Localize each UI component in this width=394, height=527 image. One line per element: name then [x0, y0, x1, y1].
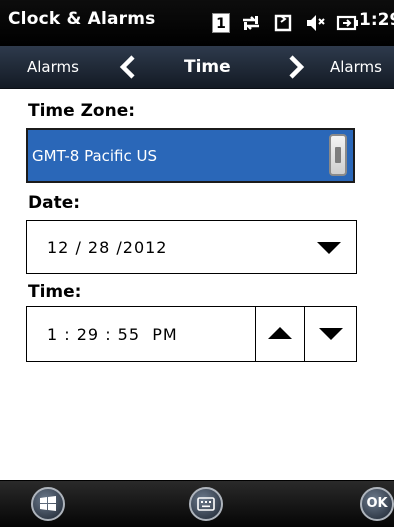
chevron-left-icon[interactable] [118, 55, 138, 79]
sync-icon[interactable] [272, 12, 294, 34]
chevron-right-icon[interactable] [286, 55, 306, 79]
keyboard-button[interactable] [189, 487, 223, 521]
nav-prev-label[interactable]: Alarms [27, 58, 79, 76]
arrow-up-icon [268, 327, 292, 339]
volume-mute-icon[interactable] [304, 12, 326, 34]
windows-logo-icon [40, 496, 56, 511]
notification-badge[interactable]: 1 [212, 13, 230, 33]
time-label: Time: [28, 282, 82, 302]
timezone-label: Time Zone: [28, 101, 136, 121]
time-decrement-button[interactable] [304, 307, 357, 361]
time-increment-button[interactable] [255, 307, 305, 361]
timezone-select[interactable]: GMT-8 Pacific US [26, 128, 355, 183]
date-label: Date: [28, 193, 81, 213]
start-button[interactable] [31, 487, 65, 521]
time-value[interactable]: 1 : 29 : 55 PM [47, 325, 178, 344]
status-time[interactable]: 1:29 [359, 10, 394, 30]
arrow-down-icon [319, 328, 343, 340]
dropdown-scroll-icon[interactable] [329, 134, 347, 176]
timezone-value: GMT-8 Pacific US [32, 147, 158, 165]
app-title: Clock & Alarms [8, 9, 156, 29]
status-bar: Clock & Alarms 1 1:29 [0, 0, 394, 46]
time-picker: 1 : 29 : 55 PM [26, 306, 357, 362]
dropdown-arrow-icon[interactable] [317, 242, 341, 254]
battery-charging-icon[interactable] [336, 12, 360, 34]
connectivity-icon[interactable] [240, 12, 262, 34]
date-picker[interactable]: 12 / 28 /2012 [26, 220, 357, 274]
ok-button[interactable]: OK [360, 487, 394, 521]
nav-bar: Alarms Time Alarms [0, 46, 394, 89]
nav-next-label[interactable]: Alarms [330, 58, 382, 76]
date-value[interactable]: 12 / 28 /2012 [47, 238, 167, 257]
keyboard-icon [197, 497, 215, 511]
bottom-bar: OK [0, 480, 394, 527]
status-icons: 1 [212, 10, 370, 36]
page-title: Time [184, 57, 231, 77]
